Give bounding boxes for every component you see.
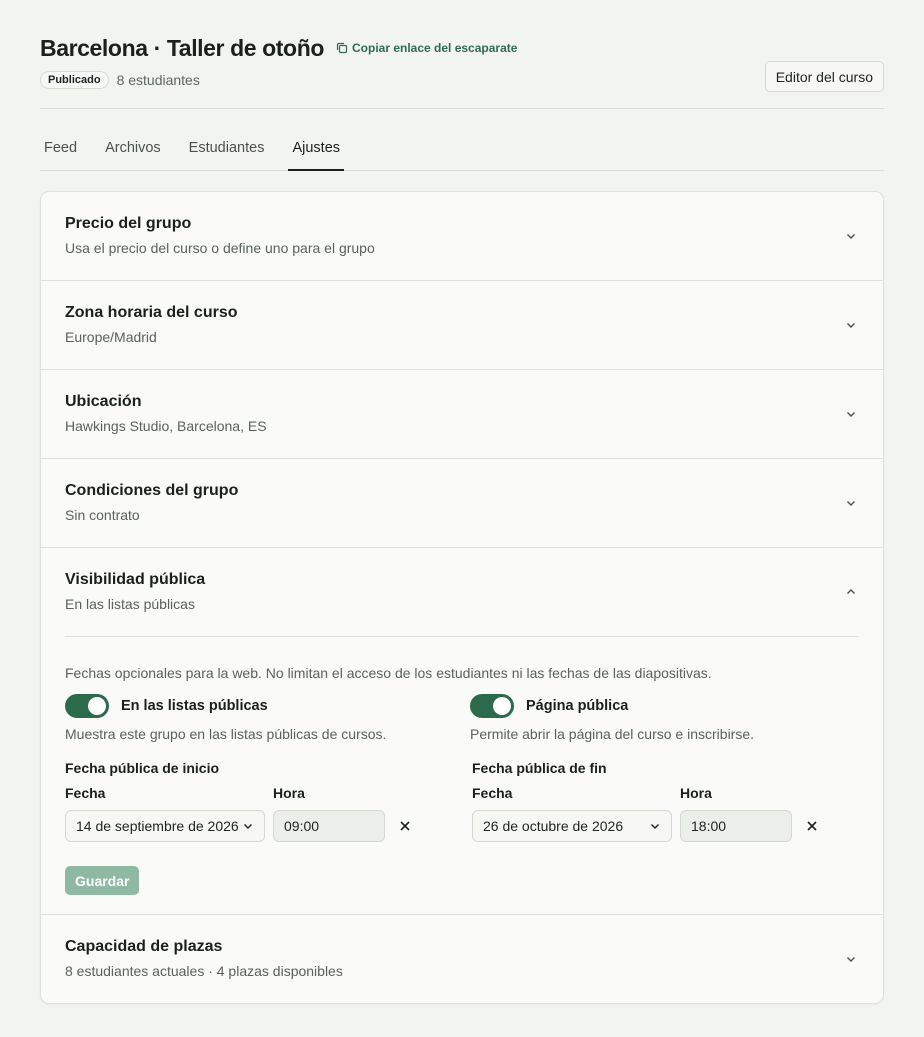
section-subtitle: Hawkings Studio, Barcelona, ES xyxy=(65,418,267,434)
public-listing-description: Muestra este grupo en las listas pública… xyxy=(65,726,387,742)
section-title: Precio del grupo xyxy=(65,215,192,232)
section-location[interactable]: Ubicación Hawkings Studio, Barcelona, ES xyxy=(41,370,883,459)
end-date-value: 26 de octubre de 2026 xyxy=(483,818,624,834)
student-count: 8 estudiantes xyxy=(116,72,200,88)
start-time-input[interactable] xyxy=(273,810,385,842)
section-public-visibility: Visibilidad pública En las listas públic… xyxy=(41,548,883,915)
start-date-value: 14 de septiembre de 2026 xyxy=(76,818,239,834)
section-group-price[interactable]: Precio del grupo Usa el precio del curso… xyxy=(41,192,883,281)
section-seat-capacity[interactable]: Capacidad de plazas 8 estudiantes actual… xyxy=(41,915,883,1003)
section-title: Capacidad de plazas xyxy=(65,938,223,955)
header-divider xyxy=(40,108,884,109)
start-date-select[interactable]: 14 de septiembre de 2026 xyxy=(65,810,265,842)
section-subtitle: 8 estudiantes actuales · 4 plazas dispon… xyxy=(65,963,343,979)
page-title: Barcelona · Taller de otoño xyxy=(40,34,324,61)
start-group-label: Fecha pública de inicio xyxy=(65,760,220,776)
course-editor-button[interactable]: Editor del curso xyxy=(764,61,884,92)
copy-icon xyxy=(336,42,348,54)
section-timezone[interactable]: Zona horaria del curso Europe/Madrid xyxy=(41,281,883,370)
public-start-date-block: Fecha pública de inicio Fecha Hora 14 de… xyxy=(65,760,411,842)
visibility-hint: Fechas opcionales para la web. No limita… xyxy=(65,665,712,681)
public-page-toggle-block: Página pública Permite abrir la página d… xyxy=(470,694,754,742)
close-icon[interactable] xyxy=(399,820,411,832)
settings-panel: Precio del grupo Usa el precio del curso… xyxy=(40,191,884,1004)
end-group-label: Fecha pública de fin xyxy=(472,760,607,776)
section-title: Condiciones del grupo xyxy=(65,482,239,499)
section-subtitle: Sin contrato xyxy=(65,507,140,523)
tab-settings[interactable]: Ajustes xyxy=(288,132,345,171)
tab-files[interactable]: Archivos xyxy=(101,132,165,171)
end-time-input[interactable] xyxy=(680,810,792,842)
tab-bar: Feed Archivos Estudiantes Ajustes xyxy=(40,132,884,171)
public-listing-toggle-block: En las listas públicas Muestra este grup… xyxy=(65,694,386,742)
public-page-toggle[interactable] xyxy=(470,694,514,718)
tab-students[interactable]: Estudiantes xyxy=(185,132,269,171)
start-time-label: Hora xyxy=(273,785,305,801)
public-page-label: Página pública xyxy=(526,698,629,714)
start-date-label: Fecha xyxy=(65,785,106,801)
end-time-label: Hora xyxy=(680,785,712,801)
chevron-down-icon[interactable] xyxy=(845,319,857,331)
section-subtitle: Usa el precio del curso o define uno par… xyxy=(65,240,375,256)
chevron-down-icon xyxy=(651,824,659,829)
section-title: Ubicación xyxy=(65,393,142,410)
end-date-label: Fecha xyxy=(472,785,513,801)
section-subtitle: Europe/Madrid xyxy=(65,329,157,345)
status-badge: Publicado xyxy=(40,71,109,89)
copy-storefront-link[interactable]: Copiar enlace del escaparate xyxy=(336,41,517,55)
public-page-description: Permite abrir la página del curso e insc… xyxy=(470,726,755,742)
section-group-conditions[interactable]: Condiciones del grupo Sin contrato xyxy=(41,459,883,548)
copy-link-label: Copiar enlace del escaparate xyxy=(352,41,518,55)
section-divider xyxy=(65,636,859,637)
chevron-down-icon[interactable] xyxy=(845,497,857,509)
public-listing-toggle[interactable] xyxy=(65,694,109,718)
chevron-down-icon xyxy=(244,824,252,829)
chevron-down-icon[interactable] xyxy=(845,408,857,420)
public-end-date-block: Fecha pública de fin Fecha Hora 26 de oc… xyxy=(472,760,818,842)
chevron-down-icon[interactable] xyxy=(845,230,857,242)
chevron-up-icon[interactable] xyxy=(845,586,857,598)
tab-feed[interactable]: Feed xyxy=(40,132,81,171)
section-subtitle: En las listas públicas xyxy=(65,596,195,612)
section-title: Visibilidad pública xyxy=(65,571,206,588)
section-title: Zona horaria del curso xyxy=(65,304,238,321)
public-listing-label: En las listas públicas xyxy=(121,698,268,714)
save-button[interactable]: Guardar xyxy=(65,866,140,895)
page-header: Barcelona · Taller de otoño Copiar enlac… xyxy=(40,34,884,92)
chevron-down-icon[interactable] xyxy=(845,953,857,965)
end-date-select[interactable]: 26 de octubre de 2026 xyxy=(472,810,672,842)
close-icon[interactable] xyxy=(806,820,818,832)
